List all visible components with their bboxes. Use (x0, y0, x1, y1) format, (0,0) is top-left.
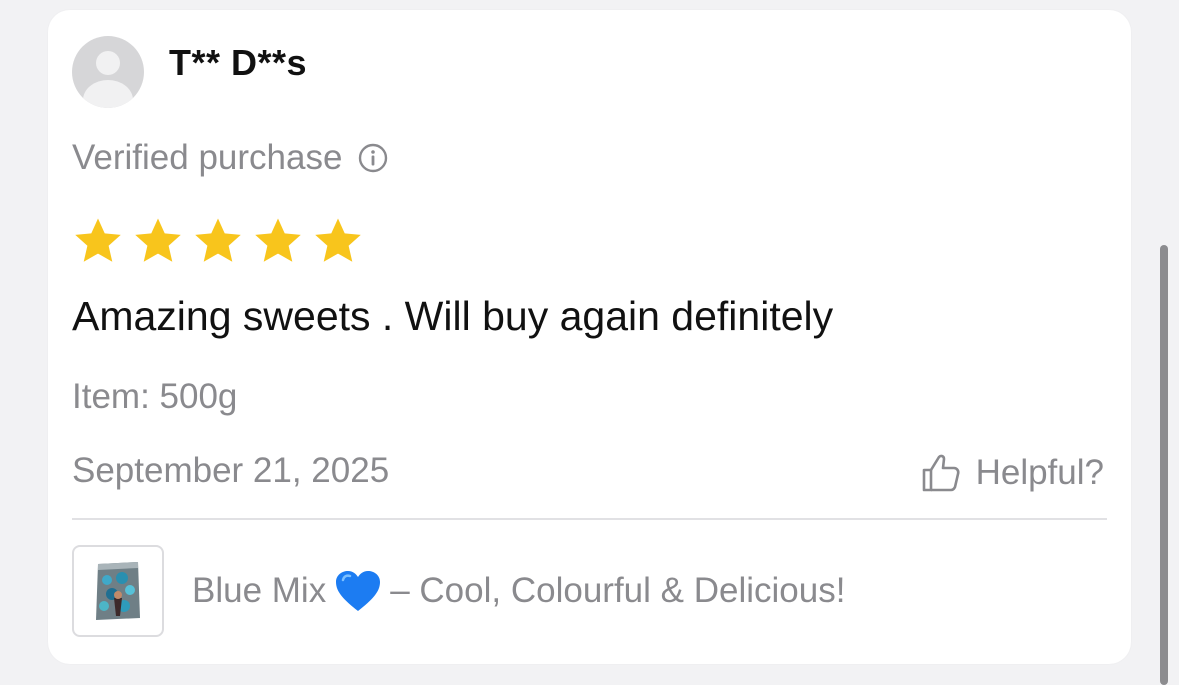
helpful-button[interactable]: Helpful? (920, 451, 1104, 495)
divider (72, 518, 1107, 520)
product-link[interactable]: Blue Mix – Cool, Colourful & Delicious! (72, 545, 845, 637)
star-icon (195, 218, 241, 262)
reviewer-name: T** D**s (169, 42, 308, 83)
product-name[interactable]: Blue Mix – Cool, Colourful & Delicious! (192, 569, 845, 613)
product-name-start: Blue Mix (192, 571, 327, 610)
review-date: September 21, 2025 (72, 451, 390, 490)
helpful-label: Helpful? (975, 453, 1104, 492)
blue-heart-icon (336, 571, 381, 611)
verified-label: Verified purchase (72, 138, 343, 177)
avatar (72, 36, 144, 108)
verified-purchase: Verified purchase (72, 138, 388, 178)
item-variant: Item: 500g (72, 377, 238, 416)
star-icon (255, 218, 301, 262)
scrollbar[interactable] (1160, 245, 1168, 685)
star-icon (135, 218, 181, 262)
review-card: T** D**s Verified purchase Amazing sweet… (48, 10, 1131, 664)
info-icon[interactable] (358, 143, 388, 173)
review-text: Amazing sweets . Will buy again definite… (72, 293, 834, 339)
star-rating (72, 215, 364, 267)
star-icon (315, 218, 361, 262)
star-icon (75, 218, 121, 262)
avatar-body-shape (83, 80, 133, 108)
thumbs-up-icon (922, 454, 960, 492)
product-name-end: – Cool, Colourful & Delicious! (390, 571, 846, 610)
product-thumbnail[interactable] (72, 545, 164, 637)
avatar-head-shape (96, 51, 120, 75)
sweets-bag-image (96, 562, 140, 620)
